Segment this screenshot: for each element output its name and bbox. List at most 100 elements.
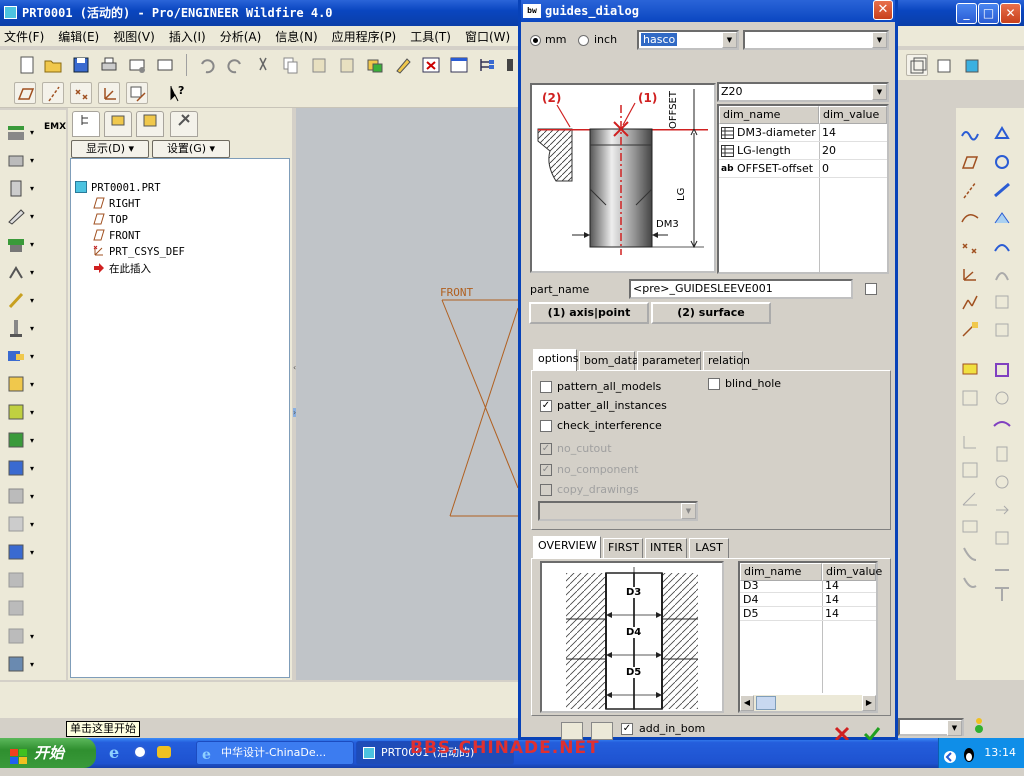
chevron-down-icon[interactable]: ▾: [30, 660, 34, 669]
merge-icon[interactable]: [6, 430, 26, 450]
shell-icon[interactable]: [6, 346, 26, 366]
chevron-down-icon[interactable]: ▾: [30, 632, 34, 641]
paste-special-icon[interactable]: [336, 54, 358, 76]
chevron-down-icon[interactable]: ▾: [30, 548, 34, 557]
flatten-icon[interactable]: [992, 556, 1012, 576]
style-icon[interactable]: [992, 416, 1012, 436]
chevron-down-icon[interactable]: ▾: [30, 408, 34, 417]
cylinder-icon[interactable]: [992, 444, 1012, 464]
edit-datum-icon[interactable]: [960, 516, 980, 536]
arrow-right-icon[interactable]: [992, 500, 1012, 520]
tree-item-part[interactable]: PRT0001.PRT: [75, 181, 161, 194]
helical-sweep-icon[interactable]: [992, 292, 1012, 312]
datum-graph-icon[interactable]: [960, 360, 980, 380]
rectangle-icon[interactable]: [992, 528, 1012, 548]
offset-datum-icon[interactable]: [960, 388, 980, 408]
bom-tool-icon[interactable]: [561, 722, 583, 740]
draft-icon[interactable]: [6, 290, 26, 310]
chevron-down-icon[interactable]: ▾: [30, 156, 34, 165]
chevron-down-icon[interactable]: ▾: [30, 184, 34, 193]
round-icon[interactable]: [6, 262, 26, 282]
quilt-icon[interactable]: [992, 320, 1012, 340]
variable-section-sweep-icon[interactable]: [992, 264, 1012, 284]
tab-last[interactable]: LAST: [689, 538, 729, 558]
cancel-icon[interactable]: [831, 724, 853, 742]
taskbar-item-browser[interactable]: e 中华设计-ChinaDe...: [196, 741, 354, 765]
start-button[interactable]: 开始: [0, 738, 96, 768]
analysis-tool-icon[interactable]: [960, 292, 980, 312]
datum-point-tool-icon[interactable]: [960, 236, 980, 256]
blind-hole-checkbox[interactable]: [708, 378, 720, 390]
scroll-left-icon[interactable]: ◀: [740, 695, 754, 711]
revolve-icon[interactable]: [992, 152, 1012, 172]
warp-icon[interactable]: [6, 598, 26, 618]
tab-options[interactable]: options: [533, 349, 579, 371]
extrude-icon[interactable]: [6, 178, 26, 198]
thicken-icon[interactable]: [6, 542, 26, 562]
scroll-right-icon[interactable]: ▶: [862, 695, 876, 711]
tab-bom-data[interactable]: bom_data: [579, 351, 639, 371]
selection-filter-dropdown[interactable]: ▼: [898, 718, 964, 736]
feature-icon[interactable]: [992, 124, 1012, 144]
part-name-input[interactable]: <pre>_GUIDESLEEVE001: [629, 279, 853, 299]
tab-relation[interactable]: relation: [703, 351, 750, 371]
datum-point-display-icon[interactable]: [70, 82, 92, 104]
context-help-icon[interactable]: ?: [166, 82, 188, 104]
offset-icon[interactable]: [6, 514, 26, 534]
chevron-down-icon[interactable]: ▾: [30, 240, 34, 249]
chevron-down-icon[interactable]: ▾: [30, 492, 34, 501]
catalog-type-dropdown[interactable]: ▼: [743, 30, 889, 50]
solidify-icon[interactable]: [6, 570, 26, 590]
catalog-dropdown[interactable]: hasco ▼: [637, 30, 739, 50]
spinal-bend-icon[interactable]: [6, 654, 26, 674]
datum-axis-tool-icon[interactable]: [960, 180, 980, 200]
sweep-icon[interactable]: [992, 180, 1012, 200]
unbend-icon[interactable]: [960, 572, 980, 592]
menu-insert[interactable]: 插入(I): [169, 28, 206, 45]
tab-first[interactable]: FIRST: [603, 538, 643, 558]
shading-icon[interactable]: [962, 54, 984, 76]
graphics-window[interactable]: FRONT: [296, 108, 518, 680]
redo-icon[interactable]: [224, 54, 246, 76]
rotate-icon[interactable]: [992, 472, 1012, 492]
tree-item-top[interactable]: TOP: [93, 213, 128, 226]
qq-icon[interactable]: [961, 745, 977, 762]
window-icon[interactable]: [448, 54, 470, 76]
datum-plane-display-icon[interactable]: [14, 82, 36, 104]
tree-item-csys[interactable]: PRT_CSYS_DEF: [93, 245, 185, 258]
tab-connections[interactable]: [170, 111, 198, 137]
chevron-down-icon[interactable]: ▾: [30, 464, 34, 473]
regenerate-icon[interactable]: [364, 54, 386, 76]
sketch-icon[interactable]: [6, 206, 26, 226]
dim-value-cell[interactable]: 0: [819, 160, 887, 178]
chevron-down-icon[interactable]: ▾: [30, 352, 34, 361]
unit-inch-radio[interactable]: [578, 35, 589, 46]
tree-item-insert-here[interactable]: 在此插入: [93, 261, 151, 276]
paste-icon[interactable]: [308, 54, 330, 76]
dim-value-cell[interactable]: 14: [819, 124, 887, 142]
boundary-blend-icon[interactable]: [992, 236, 1012, 256]
undo-icon[interactable]: [196, 54, 218, 76]
size-dropdown[interactable]: Z20 ▼: [717, 82, 889, 102]
chevron-down-icon[interactable]: ▾: [30, 520, 34, 529]
plane-icon[interactable]: [6, 150, 26, 170]
check-interference-checkbox[interactable]: [540, 420, 552, 432]
tab-folder-browser[interactable]: [104, 111, 132, 137]
print-icon[interactable]: [98, 54, 120, 76]
ok-icon[interactable]: [861, 724, 883, 742]
email-icon[interactable]: [126, 54, 148, 76]
tab-parameter[interactable]: parameter: [637, 351, 701, 371]
patter-all-instances-checkbox[interactable]: ✓: [540, 400, 552, 412]
scroll-thumb[interactable]: [756, 696, 776, 710]
ie-icon[interactable]: e: [108, 743, 124, 762]
horizontal-scrollbar[interactable]: ◀ ▶: [740, 695, 876, 711]
chevron-down-icon[interactable]: ▾: [30, 380, 34, 389]
messenger-icon[interactable]: [156, 744, 172, 760]
part-name-checkbox[interactable]: [865, 283, 877, 295]
chevron-down-icon[interactable]: ▾: [30, 212, 34, 221]
traffic-light-icon[interactable]: [972, 716, 986, 736]
menu-info[interactable]: 信息(N): [275, 28, 317, 45]
dim-value-cell[interactable]: 14: [822, 579, 876, 593]
tab-favorites[interactable]: [136, 111, 164, 137]
menu-applications[interactable]: 应用程序(P): [332, 28, 397, 45]
